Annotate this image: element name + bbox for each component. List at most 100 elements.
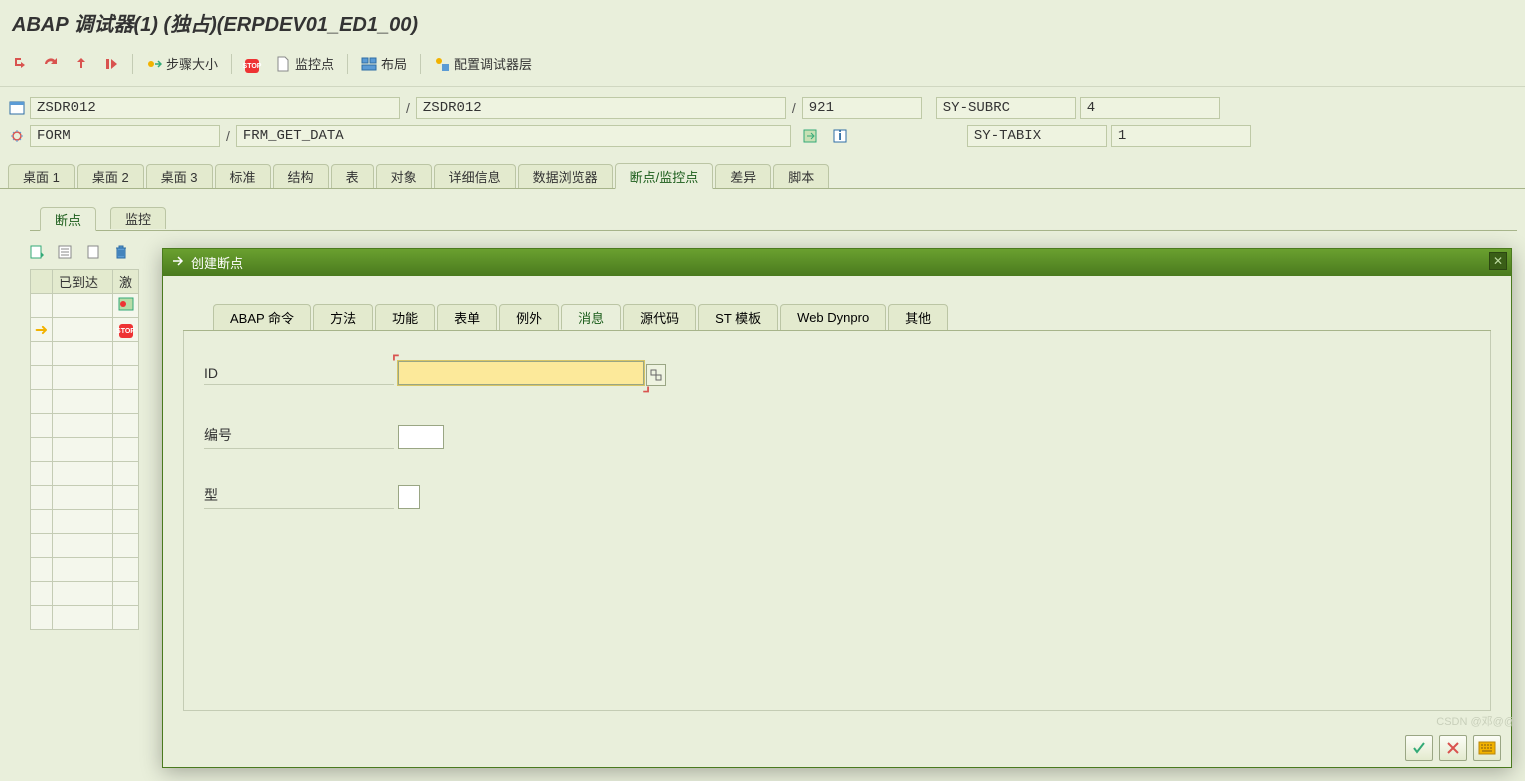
sy-subrc-label: SY-SUBRC: [936, 97, 1076, 119]
nav-button-1[interactable]: [797, 125, 823, 147]
mtab-other[interactable]: 其他: [888, 304, 948, 330]
separator: [420, 54, 421, 74]
step-over-button[interactable]: [38, 53, 64, 75]
line-field[interactable]: 921: [802, 97, 922, 119]
event-type-field[interactable]: FORM: [30, 125, 220, 147]
form-row-id: ID ⌜ ⌟: [204, 361, 1470, 389]
bracket-br: ⌟: [641, 379, 653, 395]
subtab-breakpoints[interactable]: 断点: [40, 207, 96, 231]
config-layer-button[interactable]: 配置调试器层: [429, 51, 537, 76]
step-out-icon: [73, 56, 89, 72]
table-row[interactable]: [31, 294, 139, 318]
cancel-button[interactable]: [1439, 735, 1467, 761]
separator: [132, 54, 133, 74]
sy-subrc-value: 4: [1080, 97, 1220, 119]
mtab-web-dynpro[interactable]: Web Dynpro: [780, 304, 886, 330]
table-row[interactable]: [31, 390, 139, 414]
config-layer-label: 配置调试器层: [454, 54, 532, 73]
tab-desktop2[interactable]: 桌面 2: [77, 164, 144, 188]
separator: [347, 54, 348, 74]
event-name-field[interactable]: FRM_GET_DATA: [236, 125, 791, 147]
keyboard-button[interactable]: [1473, 735, 1501, 761]
mtab-st-template[interactable]: ST 模板: [698, 304, 778, 330]
step-into-icon: [13, 56, 29, 72]
mtab-exception[interactable]: 例外: [499, 304, 559, 330]
continue-button[interactable]: [98, 53, 124, 75]
dialog-form: ID ⌜ ⌟ 编号 型: [183, 331, 1491, 711]
mtab-source[interactable]: 源代码: [623, 304, 696, 330]
config-icon: [434, 56, 450, 72]
mtab-abap[interactable]: ABAP 命令: [213, 304, 311, 330]
step-into-button[interactable]: [8, 53, 34, 75]
table-row[interactable]: [31, 582, 139, 606]
tab-standard[interactable]: 标准: [215, 164, 271, 188]
dialog-body: ABAP 命令 方法 功能 表单 例外 消息 源代码 ST 模板 Web Dyn…: [163, 276, 1511, 729]
program-row-2: FORM / FRM_GET_DATA i SY-TABIX 1: [8, 125, 1517, 147]
tab-desktop1[interactable]: 桌面 1: [8, 164, 75, 188]
breakpoint-table: 已到达 激 ➜ STOP: [30, 269, 139, 630]
step-size-button[interactable]: 步骤大小: [141, 51, 223, 76]
table-row[interactable]: [31, 438, 139, 462]
bracket-tl: ⌜: [390, 355, 402, 371]
mtab-message[interactable]: 消息: [561, 304, 621, 330]
table-row[interactable]: [31, 606, 139, 630]
sub-tabstrip: 断点 监控: [30, 207, 1517, 231]
col-reached[interactable]: 已到达: [53, 270, 113, 294]
tab-structure[interactable]: 结构: [273, 164, 329, 188]
message-type-input[interactable]: [398, 485, 420, 509]
message-id-input[interactable]: [398, 361, 644, 385]
table-row[interactable]: [31, 558, 139, 582]
tab-diff[interactable]: 差异: [715, 164, 771, 188]
form-row-type: 型: [204, 485, 1470, 509]
dialog-titlebar[interactable]: 创建断点 ✕: [163, 249, 1511, 276]
table-row[interactable]: [31, 414, 139, 438]
dialog-title-icon: [171, 254, 185, 271]
stop-icon: STOP: [245, 56, 261, 72]
tab-desktop3[interactable]: 桌面 3: [146, 164, 213, 188]
mtab-function[interactable]: 功能: [375, 304, 435, 330]
col-marker: [31, 270, 53, 294]
main-program-field[interactable]: ZSDR012: [30, 97, 400, 119]
bp-create-button[interactable]: [26, 241, 48, 263]
info-button[interactable]: i: [827, 125, 853, 147]
label-type: 型: [204, 485, 394, 509]
bp-delete-button[interactable]: [110, 241, 132, 263]
program-info-area: ZSDR012 / ZSDR012 / 921 SY-SUBRC 4 FORM …: [0, 87, 1525, 157]
continue-icon: [103, 56, 119, 72]
bp-list-button[interactable]: [54, 241, 76, 263]
program-icon[interactable]: [8, 99, 26, 117]
tab-table[interactable]: 表: [331, 164, 374, 188]
close-button[interactable]: ✕: [1489, 252, 1507, 270]
tab-data-browser[interactable]: 数据浏览器: [518, 164, 613, 188]
watchpoint-button[interactable]: STOP: [240, 53, 266, 75]
step-out-button[interactable]: [68, 53, 94, 75]
subtab-watchpoints[interactable]: 监控: [110, 207, 166, 229]
bp-new-button[interactable]: [82, 241, 104, 263]
message-number-input[interactable]: [398, 425, 444, 449]
label-id: ID: [204, 365, 394, 385]
svg-text:i: i: [838, 128, 842, 143]
table-row[interactable]: [31, 486, 139, 510]
sy-tabix-value: 1: [1111, 125, 1251, 147]
watchpoint-text-button[interactable]: 监控点: [270, 51, 339, 76]
table-row[interactable]: [31, 534, 139, 558]
program-row-1: ZSDR012 / ZSDR012 / 921 SY-SUBRC 4: [8, 97, 1517, 119]
table-row[interactable]: [31, 342, 139, 366]
include-field[interactable]: ZSDR012: [416, 97, 786, 119]
mtab-method[interactable]: 方法: [313, 304, 373, 330]
step-size-label: 步骤大小: [166, 54, 218, 73]
table-row[interactable]: [31, 462, 139, 486]
settings-icon[interactable]: [8, 127, 26, 145]
tab-detail[interactable]: 详细信息: [434, 164, 516, 188]
table-row[interactable]: [31, 510, 139, 534]
table-row[interactable]: [31, 366, 139, 390]
tab-object[interactable]: 对象: [376, 164, 432, 188]
table-row[interactable]: ➜ STOP: [31, 318, 139, 342]
tab-script[interactable]: 脚本: [773, 164, 829, 188]
col-active[interactable]: 激: [113, 270, 139, 294]
main-toolbar: 步骤大小 STOP 监控点 布局 配置调试器层: [0, 47, 1525, 87]
ok-button[interactable]: [1405, 735, 1433, 761]
layout-button[interactable]: 布局: [356, 51, 412, 76]
tab-breakpoints[interactable]: 断点/监控点: [615, 163, 714, 189]
mtab-form[interactable]: 表单: [437, 304, 497, 330]
